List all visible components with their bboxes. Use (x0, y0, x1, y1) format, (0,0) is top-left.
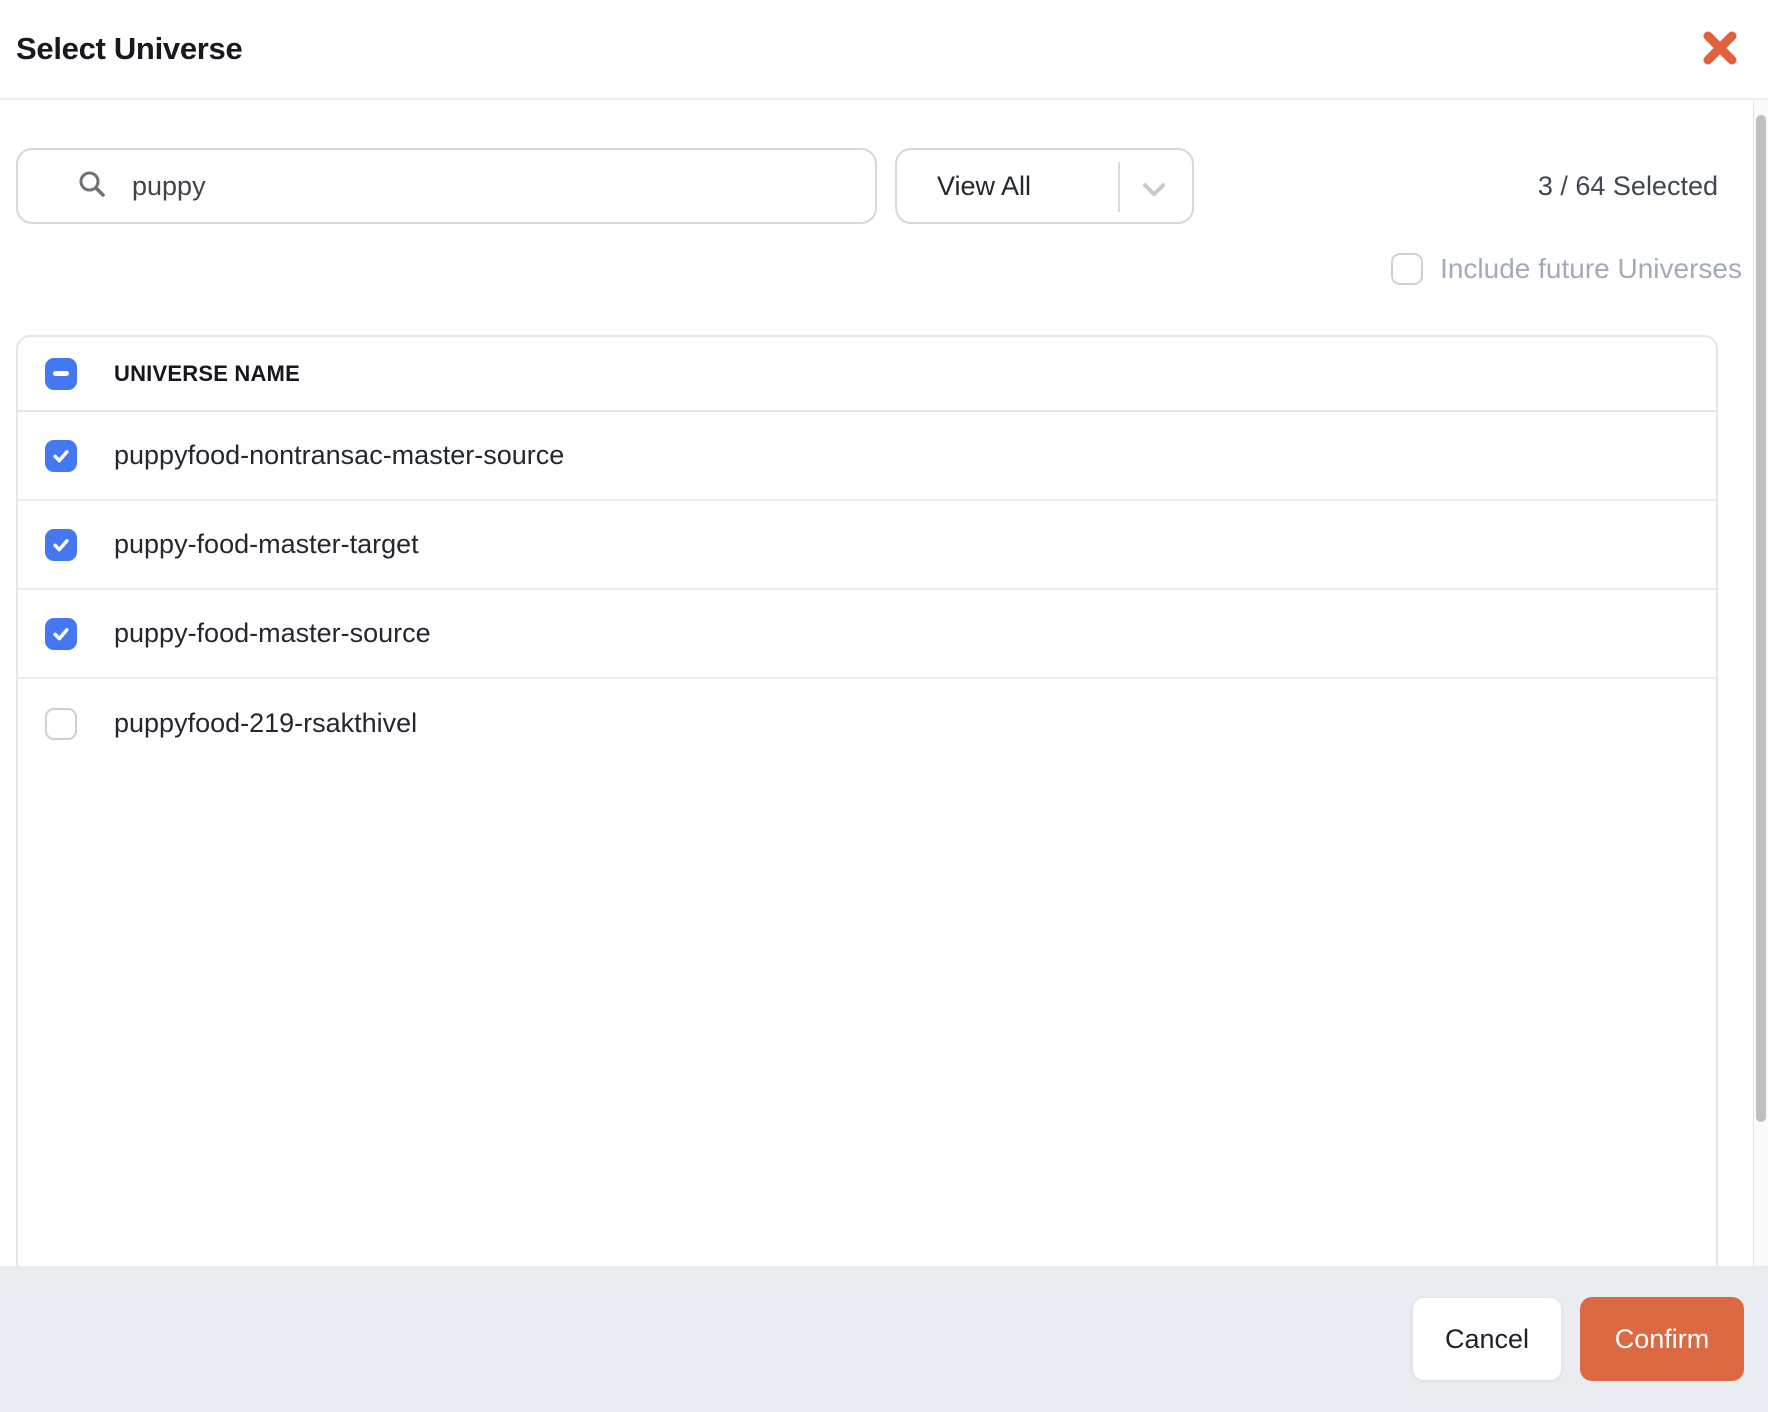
include-future-toggle[interactable]: Include future Universes (1391, 252, 1742, 286)
table-row[interactable]: puppy-food-master-source (18, 590, 1716, 679)
row-checkbox[interactable] (45, 707, 77, 740)
table-header-row: UNIVERSE NAME (18, 337, 1716, 412)
view-filter-dropdown[interactable]: View All (895, 148, 1194, 224)
universe-name: puppyfood-219-rsakthivel (114, 708, 418, 738)
universe-name: puppy-food-master-source (114, 618, 431, 648)
column-header-universe-name: UNIVERSE NAME (114, 360, 300, 386)
modal-footer: Cancel Confirm (0, 1266, 1768, 1412)
modal-header: Select Universe (0, 0, 1768, 100)
universe-name: puppyfood-nontransac-master-source (114, 440, 565, 470)
view-filter-value: View All (937, 170, 1032, 201)
scrollbar-track[interactable] (1753, 100, 1768, 1266)
cancel-button[interactable]: Cancel (1412, 1297, 1562, 1381)
universe-table: UNIVERSE NAME puppyfood-nontransac-maste… (16, 335, 1718, 1266)
confirm-button[interactable]: Confirm (1580, 1297, 1744, 1381)
dropdown-divider (1118, 162, 1120, 212)
include-future-checkbox[interactable] (1391, 253, 1424, 285)
universe-name: puppy-food-master-target (114, 529, 419, 559)
search-icon (76, 168, 108, 205)
close-button[interactable] (1700, 29, 1740, 69)
scrollbar-thumb[interactable] (1756, 115, 1766, 1122)
table-row[interactable]: puppyfood-219-rsakthivel (18, 679, 1716, 768)
close-icon (1700, 28, 1740, 71)
page-title: Select Universe (16, 31, 243, 66)
select-all-checkbox[interactable] (45, 357, 77, 390)
selection-count: 3 / 64 Selected (1537, 170, 1718, 201)
row-checkbox[interactable] (45, 439, 77, 472)
table-row[interactable]: puppyfood-nontransac-master-source (18, 412, 1716, 501)
row-checkbox[interactable] (45, 617, 77, 650)
include-future-label: Include future Universes (1440, 253, 1742, 284)
row-checkbox[interactable] (45, 528, 77, 561)
search-box[interactable] (16, 148, 877, 224)
table-row[interactable]: puppy-food-master-target (18, 501, 1716, 590)
search-input[interactable] (132, 156, 875, 216)
chevron-down-icon (1136, 171, 1172, 212)
